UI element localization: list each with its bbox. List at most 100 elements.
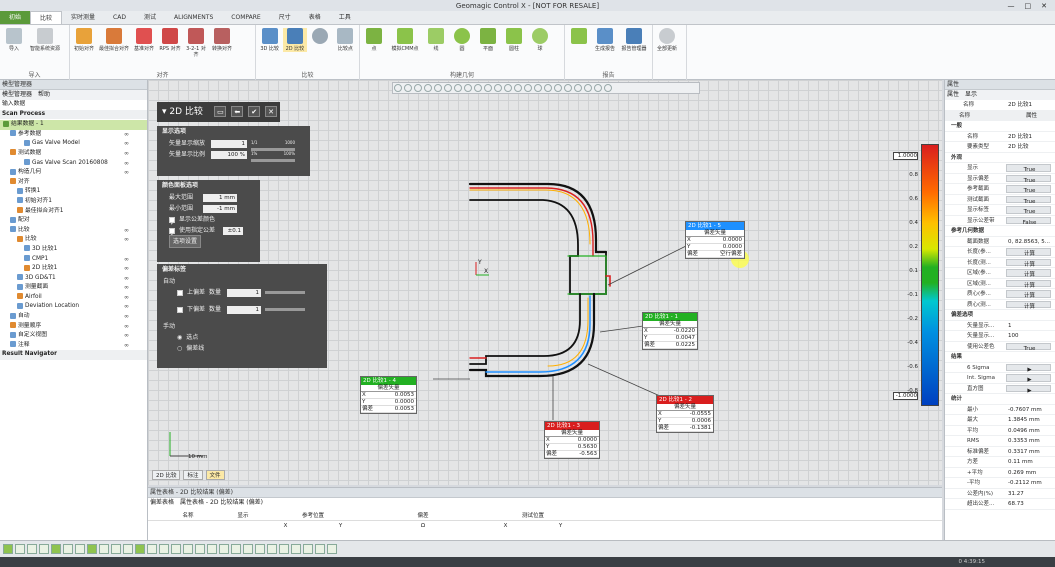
upper-dev-checkbox[interactable]	[177, 289, 183, 296]
property-row[interactable]: 区域(参... 计算	[945, 268, 1055, 279]
select-icon[interactable]	[75, 544, 85, 554]
tab-compare[interactable]: 比较	[30, 11, 63, 24]
property-row[interactable]: 测试截面 True	[945, 195, 1055, 205]
tree-item[interactable]: 构造几何 ∞	[0, 168, 147, 178]
property-row[interactable]: 长度(参... 计算	[945, 247, 1055, 258]
property-section[interactable]: 结果	[945, 352, 1055, 363]
visibility-icon[interactable]: ∞	[124, 322, 129, 332]
tab-property-table[interactable]: 属性表格 - 2D 比较结果 (偏差)	[180, 498, 263, 508]
property-row[interactable]: 长度(测... 计算	[945, 258, 1055, 268]
dialog-back-button[interactable]: ⬅	[231, 106, 244, 117]
tree-item[interactable]: 测试数据 ∞	[0, 149, 147, 159]
tree-item[interactable]: 最佳拟合对齐1	[0, 207, 147, 217]
tab-help[interactable]: 帮助	[38, 90, 50, 100]
visibility-icon[interactable]: ∞	[124, 168, 129, 178]
visibility-icon[interactable]: ∞	[124, 341, 129, 351]
select-icon[interactable]	[159, 544, 169, 554]
lower-count-slider[interactable]	[265, 308, 305, 311]
select-icon[interactable]	[63, 544, 73, 554]
select-icon[interactable]	[315, 544, 325, 554]
max-range-input[interactable]: 1 mm	[203, 193, 237, 202]
property-row[interactable]: 显示偏差 True	[945, 174, 1055, 184]
property-section[interactable]: 外观	[945, 153, 1055, 163]
collapse-icon[interactable]: ▾	[162, 107, 167, 117]
callout-label[interactable]: 2D 比较1 - 1 偏差矢量 X -0.0220 Y 0.0047 偏差 0.022…	[642, 312, 698, 350]
tree-item[interactable]: 参考数据 ∞	[0, 130, 147, 140]
tree-item[interactable]: Gas Valve Model ∞	[0, 139, 147, 149]
viewport-tab[interactable]: 文件	[205, 470, 225, 480]
smart-resources-button[interactable]: 智能系统资源	[28, 28, 62, 52]
property-row[interactable]: 区域(测... 计算	[945, 279, 1055, 289]
property-row[interactable]: 参考截面 True	[945, 184, 1055, 195]
select-icon[interactable]	[279, 544, 289, 554]
transform-align-button[interactable]: 转换对齐	[210, 28, 234, 52]
visibility-icon[interactable]: ∞	[124, 235, 129, 245]
property-row[interactable]: -平均 -0.2112 mm	[945, 478, 1055, 489]
show-tolerance-checkbox[interactable]: ✓	[169, 216, 175, 227]
3d-compare-button[interactable]: 3D 比较	[258, 28, 281, 52]
viewport-tab[interactable]: 2D 比较	[152, 470, 181, 480]
upper-count-input[interactable]: 1	[227, 288, 261, 297]
tree-item[interactable]: 自定义视图 ∞	[0, 331, 147, 341]
callout-label[interactable]: 2D 比较1 - 3 偏差矢量 X 0.0000 Y 0.5630 偏差 -0.563	[544, 421, 600, 459]
2d-compare-button[interactable]: 2D 比较	[283, 28, 307, 52]
cylinder-button[interactable]: 圆柱	[502, 28, 526, 52]
select-icon[interactable]	[51, 544, 61, 554]
property-row[interactable]: 最小 -0.7607 mm	[945, 405, 1055, 415]
tolerance-input[interactable]: ±0.1	[223, 226, 243, 235]
tab-home[interactable]: 初始	[0, 11, 31, 24]
callout-label[interactable]: 2D 比较1 - 4 偏差矢量 X 0.0053 Y 0.0000 偏差 0.0053	[360, 376, 417, 414]
tab-test[interactable]: 测试	[135, 11, 165, 24]
property-row[interactable]: 矢量显示... 100	[945, 331, 1055, 342]
line-radio[interactable]: ○	[177, 343, 182, 354]
report-manager-button[interactable]: 报告管理器	[619, 28, 649, 52]
tab-compare-en[interactable]: COMPARE	[222, 11, 269, 24]
tree-item[interactable]: 自动 ∞	[0, 312, 147, 322]
visibility-icon[interactable]: ∞	[124, 159, 129, 169]
visibility-icon[interactable]: ∞	[124, 302, 129, 312]
filter-icon[interactable]	[3, 544, 13, 554]
property-row[interactable]: 名称 2D 比较1	[945, 132, 1055, 142]
property-row[interactable]: 平均 0.0496 mm	[945, 426, 1055, 436]
select-icon[interactable]	[147, 544, 157, 554]
select-icon[interactable]	[255, 544, 265, 554]
tree-item[interactable]: 测量截面 ∞	[0, 283, 147, 293]
option-settings-button[interactable]: 选项设置	[169, 235, 202, 248]
sphere-button[interactable]: 球	[528, 28, 552, 52]
select-icon[interactable]	[99, 544, 109, 554]
upper-count-slider[interactable]	[265, 291, 305, 294]
visibility-icon[interactable]: ∞	[124, 130, 129, 140]
lower-count-input[interactable]: 1	[227, 305, 261, 314]
tree-item[interactable]: 比较 ∞	[0, 235, 147, 245]
crosshair-button[interactable]	[309, 28, 332, 46]
select-icon[interactable]	[183, 544, 193, 554]
tree-item[interactable]: 比较 ∞	[0, 226, 147, 236]
property-section[interactable]: 偏差选项	[945, 310, 1055, 321]
property-row[interactable]: 6 Sigma ▶	[945, 363, 1055, 373]
min-range-input[interactable]: -1 mm	[203, 204, 237, 213]
tree-item[interactable]: 初始对齐1	[0, 197, 147, 207]
tree-item[interactable]: 对齐	[0, 178, 147, 188]
property-row[interactable]: 矢量显示... 1	[945, 321, 1055, 331]
tab-cad[interactable]: CAD	[104, 11, 135, 24]
point-button[interactable]: 点	[362, 28, 386, 52]
tab-table[interactable]: 表格	[300, 11, 330, 24]
property-row[interactable]: 使用公差色 True	[945, 342, 1055, 352]
property-row[interactable]: RMS 0.3353 mm	[945, 436, 1055, 447]
dialog-help-button[interactable]: ▭	[214, 106, 227, 117]
visibility-icon[interactable]: ∞	[124, 139, 129, 149]
tree-item[interactable]: 结果数据 - 1	[0, 120, 147, 130]
tab-model-manager[interactable]: 模型管理器	[2, 90, 32, 100]
property-row[interactable]: Int. Sigma ▶	[945, 373, 1055, 384]
tree-item[interactable]: 测量顺序 ∞	[0, 322, 147, 332]
select-icon[interactable]	[39, 544, 49, 554]
datum-align-button[interactable]: 基准对齐	[132, 28, 156, 52]
visibility-icon[interactable]: ∞	[124, 283, 129, 293]
maximize-icon[interactable]: □	[1025, 2, 1032, 10]
select-icon[interactable]	[111, 544, 121, 554]
rps-align-button[interactable]: RPS 对齐	[158, 28, 182, 52]
tree-item[interactable]: 3D 比较1	[0, 245, 147, 255]
arrow-scale-input[interactable]: 1	[211, 139, 247, 148]
generate-report-button[interactable]: 生成报告	[593, 28, 617, 52]
select-icon[interactable]	[27, 544, 37, 554]
